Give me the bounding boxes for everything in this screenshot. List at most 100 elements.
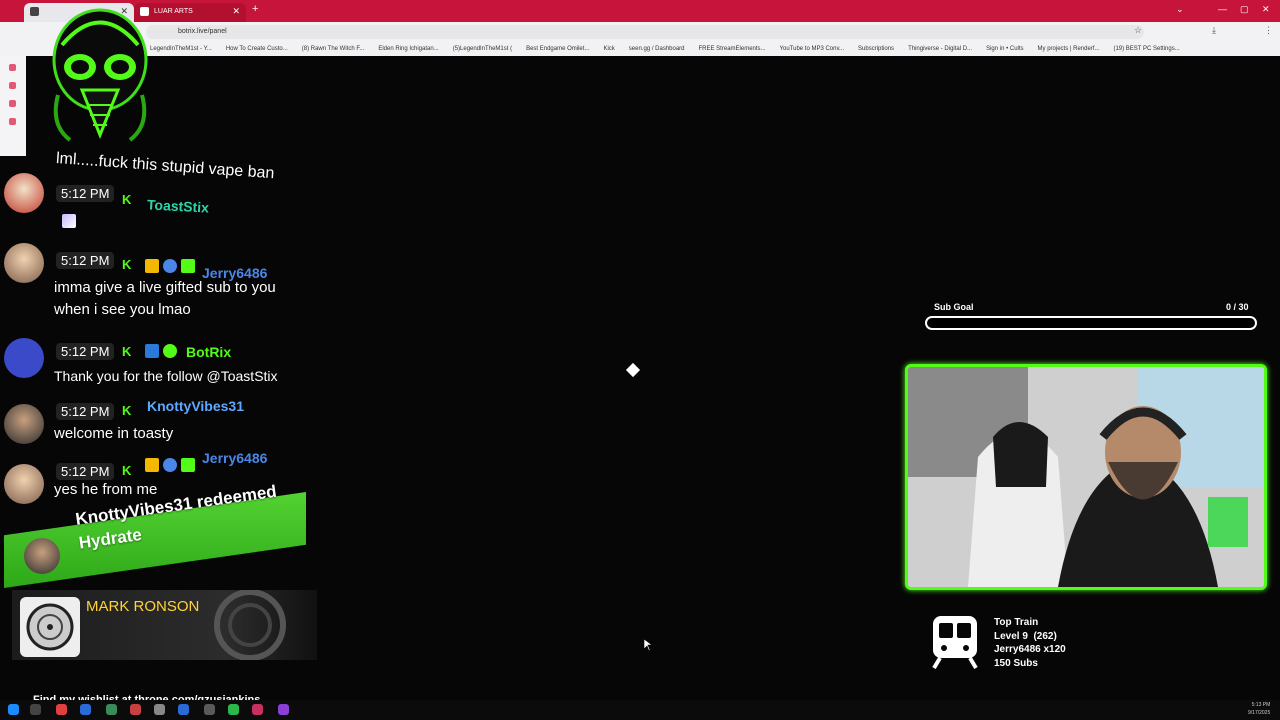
kick-badge-icon: K — [122, 344, 132, 359]
sub-goal-progress-bar — [925, 316, 1257, 330]
app-icon[interactable] — [56, 704, 67, 715]
crown-badge-icon — [145, 259, 159, 273]
avatar — [4, 173, 44, 213]
avatar — [4, 243, 44, 283]
new-tab-icon[interactable]: + — [252, 3, 258, 15]
avatar — [4, 404, 44, 444]
chat-message-text: Thank you for the follow @ToastStix — [54, 368, 278, 384]
bookmark-item[interactable]: Kick — [603, 42, 614, 56]
app-icon[interactable] — [252, 704, 263, 715]
maximize-icon[interactable]: ▢ — [1240, 4, 1249, 15]
url-text: botrix.live/panel — [178, 28, 227, 35]
app-icon[interactable] — [106, 704, 117, 715]
bookmark-item[interactable]: seen.gg / Dashboard — [629, 42, 685, 56]
album-art-circle-icon — [26, 603, 74, 651]
app-icon[interactable] — [278, 704, 289, 715]
bookmarks-bar: LegendInTheM1st - Y... How To Create Cust… — [0, 42, 1280, 56]
bookmark-item[interactable]: Thingiverse - Digital D... — [908, 42, 972, 56]
train-icon — [932, 616, 978, 670]
kick-badge-icon: K — [122, 403, 132, 418]
taskbar — [0, 700, 1280, 720]
album-art — [20, 597, 80, 657]
rail-icon[interactable] — [9, 100, 16, 107]
user-badge-icon — [163, 458, 177, 472]
minimize-icon[interactable]: — — [1218, 4, 1227, 14]
diamond-marker-icon — [625, 362, 641, 378]
search-icon[interactable] — [30, 704, 41, 715]
message-username[interactable]: KnottyVibes31 — [147, 398, 244, 414]
message-time: 5:12 PM — [56, 185, 115, 202]
now-playing-artist: MARK RONSON — [86, 598, 200, 615]
taskbar-clock: 5:13 PM 9/17/2025 — [1248, 701, 1270, 717]
tab-favicon-icon — [30, 7, 39, 16]
close-tab-icon[interactable]: ✕ — [232, 3, 240, 20]
vinyl-record-icon — [214, 590, 286, 660]
address-bar-row: ⟳ botrix.live/panel ☆ ⤓ ⋮ — [0, 22, 1280, 42]
message-time: 5:12 PM — [56, 403, 115, 420]
message-username[interactable]: Jerry6486 — [202, 450, 267, 466]
chat-message-text: imma give a live gifted sub to you when … — [54, 279, 276, 318]
message-time: 5:12 PM — [56, 343, 115, 360]
rail-icon[interactable] — [9, 118, 16, 125]
app-icon[interactable] — [204, 704, 215, 715]
clock-date: 9/17/2025 — [1248, 710, 1271, 716]
verified-badge-icon — [163, 344, 177, 358]
bookmark-item[interactable]: YouTube to MP3 Conv... — [780, 42, 844, 56]
kick-badge-icon: K — [122, 192, 132, 207]
download-icon[interactable]: ⤓ — [1212, 25, 1216, 36]
chat-message-text: lml.....fuck this stupid vape ban — [55, 150, 275, 183]
bookmark-item[interactable]: Best Endgame Omilet... — [526, 42, 589, 56]
emote-icon — [62, 214, 76, 228]
sub-goal-count: 0 / 30 — [1226, 302, 1249, 312]
bookmark-item[interactable]: How To Create Custo... — [226, 42, 288, 56]
message-time: 5:12 PM — [56, 252, 115, 269]
app-icon[interactable] — [178, 704, 189, 715]
avatar — [24, 538, 60, 574]
star-icon[interactable]: ☆ — [1134, 25, 1142, 36]
top-train-subs: 150 Subs — [994, 657, 1038, 669]
clock-time: 5:13 PM — [1251, 702, 1271, 708]
rail-icon[interactable] — [9, 64, 16, 71]
close-window-icon[interactable]: ✕ — [1262, 4, 1270, 15]
top-train-title: Top Train — [994, 617, 1039, 628]
rail-icon[interactable] — [9, 82, 16, 89]
bookmark-item[interactable]: (19) BEST PC Settings... — [1113, 42, 1179, 56]
bookmark-item[interactable]: Elden Ring Ichigatan... — [378, 42, 438, 56]
top-train-info: Top Train Level 9 (262) Jerry6486 x120 1… — [994, 616, 1066, 670]
message-username[interactable]: ToastStix — [147, 196, 210, 215]
bookmark-item[interactable]: (8) Rawn The Witch F... — [302, 42, 365, 56]
app-icon[interactable] — [80, 704, 91, 715]
spotify-icon[interactable] — [228, 704, 239, 715]
app-icon[interactable] — [154, 704, 165, 715]
mouse-cursor-icon — [644, 639, 652, 651]
bookmark-item[interactable]: Sign in • Cults — [986, 42, 1023, 56]
bookmark-item[interactable]: Subscriptions — [858, 42, 894, 56]
webcam-image — [908, 367, 1264, 587]
browser-titlebar: ✕ LUAR ARTS ✕ + ⌄ — ▢ ✕ — [0, 0, 1280, 22]
message-username[interactable]: BotRix — [186, 344, 231, 360]
menu-icon[interactable]: ⋮ — [1264, 25, 1273, 36]
avatar — [4, 338, 44, 378]
kick-badge-icon: K — [122, 463, 132, 478]
kick-badge-icon: K — [122, 257, 132, 272]
webcam-feed — [905, 364, 1267, 590]
avatar — [4, 464, 44, 504]
bot-badge-icon — [145, 344, 159, 358]
sub-goal-label: Sub Goal — [934, 302, 974, 312]
gift-badge-icon — [181, 458, 195, 472]
chevron-down-icon[interactable]: ⌄ — [1176, 4, 1184, 15]
top-train-user: Jerry6486 x120 — [994, 644, 1066, 655]
chat-message-text: welcome in toasty — [54, 425, 174, 442]
bookmark-item[interactable]: (5)LegendInTheM1st ( — [453, 42, 512, 56]
message-time: 5:12 PM — [56, 463, 115, 480]
bookmark-item[interactable]: My projects | Renderf... — [1038, 42, 1100, 56]
top-train-level: Level 9 (262) — [994, 630, 1057, 642]
windows-start-icon[interactable] — [8, 704, 19, 715]
app-icon[interactable] — [130, 704, 141, 715]
browser-side-rail — [0, 56, 26, 156]
bookmark-item[interactable]: FREE StreamElements... — [699, 42, 766, 56]
user-badge-icon — [163, 259, 177, 273]
crown-badge-icon — [145, 458, 159, 472]
gas-mask-skull-logo-icon — [52, 8, 148, 142]
url-input[interactable]: botrix.live/panel — [146, 25, 1144, 39]
